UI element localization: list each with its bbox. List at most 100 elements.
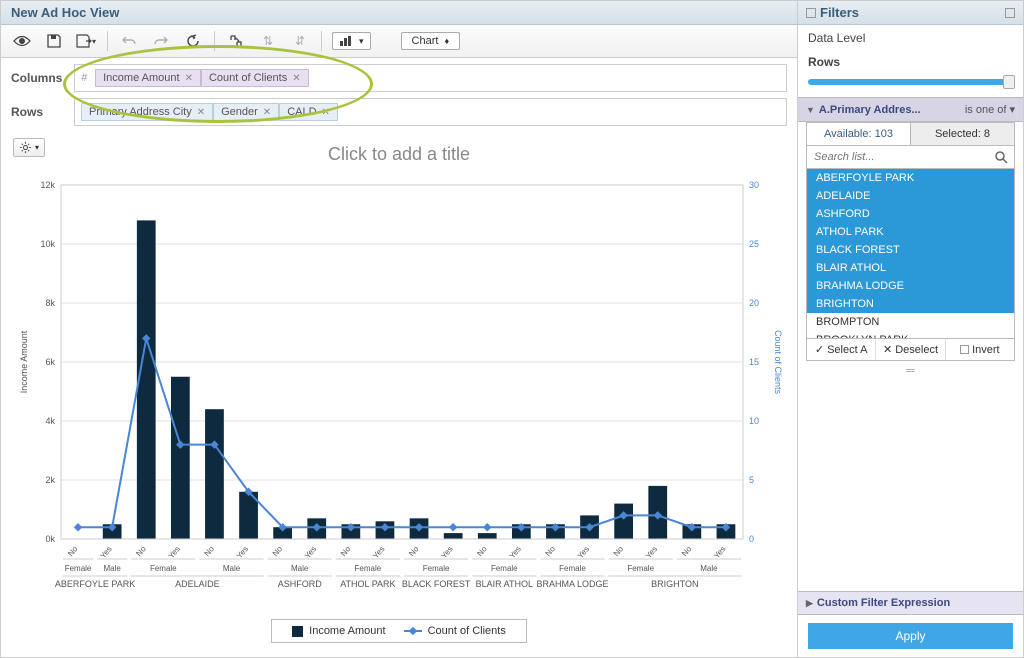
columns-box[interactable]: # Income Amount ✕Count of Clients ✕ xyxy=(74,64,787,92)
panel-minimize-icon[interactable] xyxy=(1005,8,1015,18)
list-item[interactable]: ADELAIDE xyxy=(807,187,1014,205)
custom-filter-expression-header[interactable]: ▶ Custom Filter Expression xyxy=(798,591,1023,615)
svg-text:Female: Female xyxy=(627,564,654,573)
svg-text:Yes: Yes xyxy=(371,545,386,561)
chart-type-dropdown[interactable]: ▾ xyxy=(332,32,371,50)
remove-icon[interactable]: ✕ xyxy=(263,107,271,118)
legend-item-bar: Income Amount xyxy=(292,625,385,637)
list-item[interactable]: BLAIR ATHOL xyxy=(807,259,1014,277)
list-item[interactable]: BRAHMA LODGE xyxy=(807,277,1014,295)
remove-icon[interactable]: ✕ xyxy=(292,73,300,84)
list-item[interactable]: BROMPTON xyxy=(807,313,1014,331)
svg-text:Female: Female xyxy=(423,564,450,573)
columns-label: Columns xyxy=(11,71,66,85)
svg-text:0k: 0k xyxy=(45,534,55,544)
list-item[interactable]: ASHFORD xyxy=(807,205,1014,223)
svg-text:8k: 8k xyxy=(45,298,55,308)
select-all-button[interactable]: ✓ Select A xyxy=(807,339,875,360)
svg-text:Male: Male xyxy=(291,564,309,573)
list-item[interactable]: BROOKLYN PARK xyxy=(807,331,1014,339)
rows-box[interactable]: Primary Address City ✕Gender ✕CALD ✕ xyxy=(74,98,787,126)
sort-asc-icon[interactable]: ⇅ xyxy=(257,31,279,51)
chart-legend: Income Amount Count of Clients xyxy=(13,613,785,649)
list-item[interactable]: BLACK FOREST xyxy=(807,241,1014,259)
separator xyxy=(214,31,215,51)
chart-plot[interactable]: 0k2k4k6k8k10k12k051015202530Income Amoun… xyxy=(13,177,785,609)
separator xyxy=(107,31,108,51)
svg-text:Yes: Yes xyxy=(576,545,591,561)
preview-icon[interactable] xyxy=(11,31,33,51)
rows-slider[interactable] xyxy=(808,79,1013,85)
svg-text:Yes: Yes xyxy=(644,545,659,561)
svg-text:ABERFOYLE PARK: ABERFOYLE PARK xyxy=(55,579,135,589)
search-input[interactable] xyxy=(807,146,988,168)
list-item[interactable]: ABERFOYLE PARK xyxy=(807,169,1014,187)
column-tag[interactable]: Count of Clients ✕ xyxy=(201,69,309,87)
svg-text:No: No xyxy=(339,544,353,558)
pivot-icon[interactable] xyxy=(225,31,247,51)
list-item[interactable]: ATHOL PARK xyxy=(807,223,1014,241)
redo-icon[interactable] xyxy=(150,31,172,51)
svg-text:No: No xyxy=(475,544,489,558)
apply-button[interactable]: Apply xyxy=(808,623,1013,649)
svg-text:12k: 12k xyxy=(40,180,55,190)
undo-icon[interactable] xyxy=(118,31,140,51)
svg-text:BLACK FOREST: BLACK FOREST xyxy=(402,579,471,589)
save-icon[interactable] xyxy=(43,31,65,51)
page-title: New Ad Hoc View xyxy=(1,1,797,25)
svg-text:No: No xyxy=(134,544,148,558)
svg-text:Count of Clients: Count of Clients xyxy=(773,330,783,395)
sort-desc-icon[interactable]: ⇵ xyxy=(289,31,311,51)
view-mode-dropdown[interactable]: Chart♦ xyxy=(401,32,461,50)
invert-button[interactable]: Invert xyxy=(945,339,1014,360)
export-icon[interactable]: ▾ xyxy=(75,31,97,51)
rows-row: Rows Primary Address City ✕Gender ✕CALD … xyxy=(1,98,797,132)
svg-text:No: No xyxy=(271,544,285,558)
row-tag[interactable]: Primary Address City ✕ xyxy=(81,103,213,121)
remove-icon[interactable]: ✕ xyxy=(185,73,193,84)
svg-text:No: No xyxy=(680,544,694,558)
svg-text:Female: Female xyxy=(559,564,586,573)
svg-text:Yes: Yes xyxy=(439,545,454,561)
svg-text:5: 5 xyxy=(749,475,754,485)
svg-text:15: 15 xyxy=(749,357,759,367)
remove-icon[interactable]: ✕ xyxy=(197,107,205,118)
svg-text:No: No xyxy=(66,544,80,558)
svg-text:10k: 10k xyxy=(40,239,55,249)
tab-selected[interactable]: Selected: 8 xyxy=(911,123,1014,145)
svg-text:0: 0 xyxy=(749,534,754,544)
search-icon[interactable] xyxy=(988,146,1014,168)
chart-settings-button[interactable]: ▾ xyxy=(13,138,45,157)
resize-handle[interactable]: ═ xyxy=(806,361,1015,379)
svg-text:Yes: Yes xyxy=(235,545,250,561)
rows-slider-label: Rows xyxy=(808,55,1013,73)
filter-condition[interactable]: is one of ▾ xyxy=(965,103,1015,116)
svg-text:No: No xyxy=(544,544,558,558)
svg-text:Female: Female xyxy=(150,564,177,573)
row-tag[interactable]: CALD ✕ xyxy=(279,103,338,121)
chart-title-placeholder[interactable]: Click to add a title xyxy=(13,140,785,173)
column-tag[interactable]: Income Amount ✕ xyxy=(95,69,201,87)
list-item[interactable]: BRIGHTON xyxy=(807,295,1014,313)
svg-text:BRAHMA LODGE: BRAHMA LODGE xyxy=(536,579,608,589)
collapse-icon: ▼ xyxy=(806,105,815,115)
svg-text:2k: 2k xyxy=(45,475,55,485)
svg-text:Income Amount: Income Amount xyxy=(19,330,29,393)
filter-tabs: Available: 103 Selected: 8 xyxy=(806,122,1015,146)
reset-icon[interactable] xyxy=(182,31,204,51)
svg-text:No: No xyxy=(612,544,626,558)
expand-icon: ▶ xyxy=(806,598,813,609)
rows-label: Rows xyxy=(11,105,66,119)
deselect-button[interactable]: ✕ Deselect xyxy=(875,339,944,360)
slider-thumb[interactable] xyxy=(1003,75,1015,89)
row-tag[interactable]: Gender ✕ xyxy=(213,103,279,121)
data-level-label: Data Level xyxy=(808,31,1013,49)
filter-list[interactable]: ABERFOYLE PARKADELAIDEASHFORDATHOL PARKB… xyxy=(806,169,1015,339)
legend-item-line: Count of Clients xyxy=(404,625,506,637)
separator xyxy=(321,31,322,51)
filter-header[interactable]: ▼ A.Primary Addres... is one of ▾ xyxy=(798,97,1023,122)
filters-panel-title: Filters xyxy=(798,1,1023,25)
tab-available[interactable]: Available: 103 xyxy=(807,123,911,145)
remove-icon[interactable]: ✕ xyxy=(322,107,330,118)
svg-text:30: 30 xyxy=(749,180,759,190)
